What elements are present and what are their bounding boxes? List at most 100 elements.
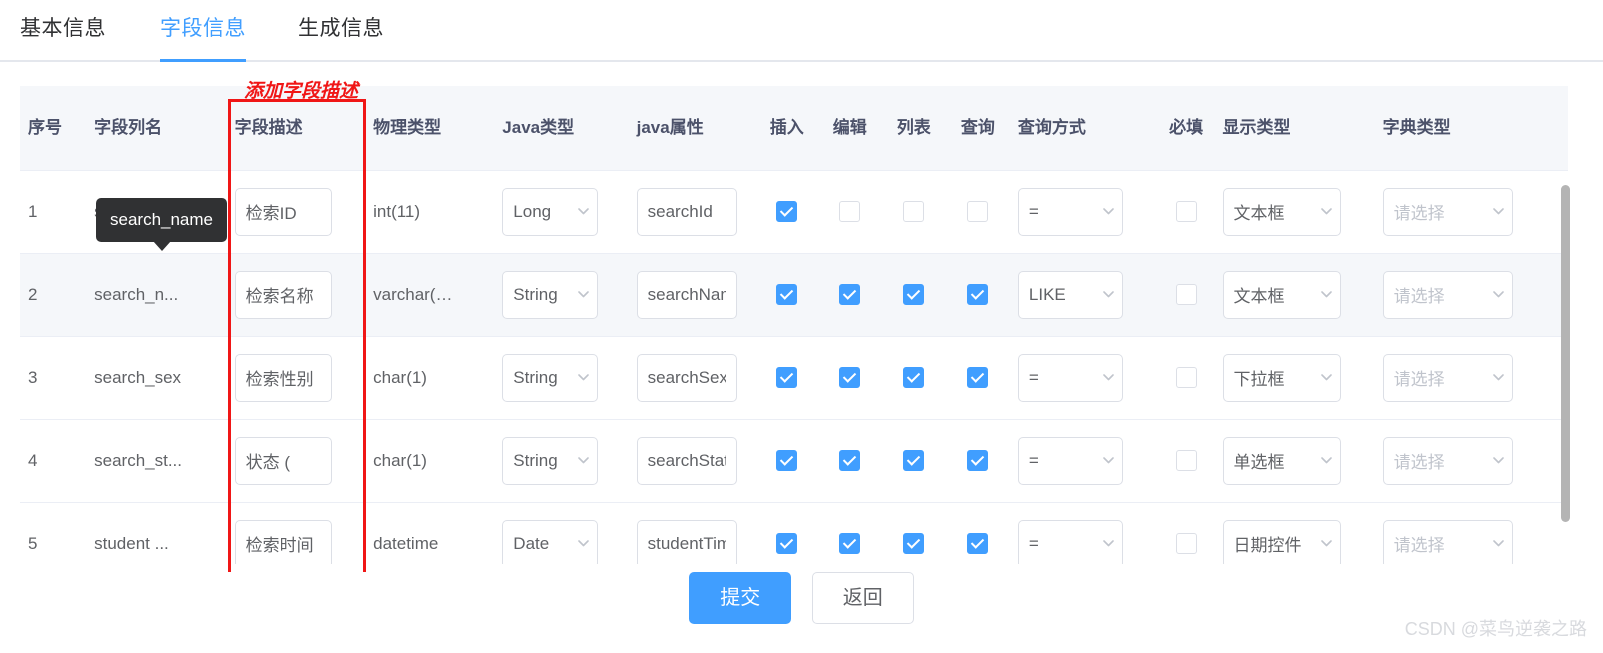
query-type-select[interactable]: LIKE [1017, 270, 1123, 319]
cell-required [1157, 336, 1215, 420]
java-field-input[interactable]: searchSex [636, 353, 737, 402]
display-type-value: 文本框 [1233, 287, 1285, 306]
table-row[interactable]: 5 student ... 检索时间 datetime Date studentTime =… [20, 502, 1568, 564]
description-input[interactable]: 检索ID [234, 187, 332, 236]
query-checkbox[interactable] [967, 201, 989, 222]
query-type-value: = [1028, 533, 1039, 553]
cell-required [1157, 502, 1215, 564]
description-value: 状态 ( [245, 453, 291, 472]
display-type-select[interactable]: 文本框 [1222, 270, 1341, 319]
cell-description: 检索性别 [226, 336, 366, 420]
chevron-down-icon [1492, 539, 1504, 547]
insert-checkbox[interactable] [776, 284, 798, 305]
chevron-down-icon [578, 539, 590, 547]
query-type-value: = [1028, 201, 1039, 221]
java-type-select[interactable]: Long [502, 187, 599, 236]
description-value: 检索ID [245, 204, 297, 223]
cell-index: 1 [20, 170, 87, 254]
required-checkbox[interactable] [1175, 533, 1197, 554]
query-checkbox[interactable] [967, 533, 989, 554]
cell-display-type: 单选框 [1214, 419, 1375, 503]
insert-checkbox[interactable] [776, 201, 798, 222]
display-type-select[interactable]: 单选框 [1222, 436, 1341, 485]
table-row[interactable]: 3 search_sex 检索性别 char(1) String searchSex = 下拉… [20, 336, 1568, 420]
display-type-select[interactable]: 日期控件 [1222, 519, 1341, 564]
tab-label: 字段信息 [160, 17, 246, 40]
query-type-select[interactable]: = [1017, 187, 1123, 236]
dict-type-select[interactable]: 请选择 [1382, 436, 1513, 485]
field-table-container[interactable]: 序号 字段列名 字段描述 物理类型 Java类型 java属性 插入 编辑 列表… [20, 86, 1576, 564]
query-checkbox[interactable] [967, 450, 989, 471]
required-checkbox[interactable] [1175, 201, 1197, 222]
cell-description: 检索名称 [226, 253, 366, 337]
dict-type-select[interactable]: 请选择 [1382, 353, 1513, 402]
edit-checkbox[interactable] [839, 367, 861, 388]
cell-list [881, 170, 946, 254]
chevron-down-icon [1320, 456, 1332, 464]
list-checkbox[interactable] [903, 450, 925, 471]
query-checkbox[interactable] [967, 284, 989, 305]
java-field-input[interactable]: searchName [636, 270, 737, 319]
header-edit: 编辑 [817, 86, 882, 171]
dict-type-select[interactable]: 请选择 [1382, 270, 1513, 319]
display-type-value: 单选框 [1233, 453, 1285, 472]
chevron-down-icon [1492, 373, 1504, 381]
submit-button[interactable]: 提交 [689, 572, 792, 624]
table-row[interactable]: 4 search_st... 状态 (char(1) String searchStat… [20, 419, 1568, 503]
table-row[interactable]: 1search_id检索IDint(11)LongsearchId=文本框请选择 [20, 170, 1568, 254]
description-input[interactable]: 检索时间 [234, 519, 332, 564]
dict-type-select[interactable]: 请选择 [1382, 519, 1513, 564]
insert-checkbox[interactable] [776, 450, 798, 471]
insert-checkbox[interactable] [776, 367, 798, 388]
edit-checkbox[interactable] [839, 284, 861, 305]
query-type-select[interactable]: = [1017, 436, 1123, 485]
java-type-select[interactable]: String [502, 270, 599, 319]
physical-type-text: char(1) [373, 450, 427, 470]
description-input[interactable]: 检索性别 [234, 353, 332, 402]
display-type-select[interactable]: 文本框 [1222, 187, 1341, 236]
description-input[interactable]: 检索名称 [234, 270, 332, 319]
query-type-select[interactable]: = [1017, 519, 1123, 564]
tab-field-info[interactable]: 字段信息 [160, 12, 246, 46]
required-checkbox[interactable] [1175, 450, 1197, 471]
list-checkbox[interactable] [903, 533, 925, 554]
query-checkbox[interactable] [967, 367, 989, 388]
edit-checkbox[interactable] [839, 450, 861, 471]
java-type-select[interactable]: Date [502, 519, 599, 564]
tab-generate-info[interactable]: 生成信息 [298, 12, 384, 46]
cell-list [881, 502, 946, 564]
edit-checkbox[interactable] [839, 533, 861, 554]
java-type-value: Date [513, 533, 550, 553]
java-type-select[interactable]: String [502, 436, 599, 485]
cell-list [881, 253, 946, 337]
header-query: 查询 [945, 86, 1010, 171]
required-checkbox[interactable] [1175, 284, 1197, 305]
cell-physical-type: varchar(… [365, 253, 495, 337]
header-java-field: java属性 [628, 86, 756, 171]
column-name-text: search_st... [94, 450, 182, 470]
dict-type-value: 请选择 [1393, 453, 1445, 472]
cell-display-type: 下拉框 [1214, 336, 1375, 420]
java-type-select[interactable]: String [502, 353, 599, 402]
query-type-select[interactable]: = [1017, 353, 1123, 402]
required-checkbox[interactable] [1175, 367, 1197, 388]
edit-checkbox[interactable] [839, 201, 861, 222]
vertical-scrollbar[interactable] [1561, 185, 1570, 522]
list-checkbox[interactable] [903, 201, 925, 222]
dict-type-select[interactable]: 请选择 [1382, 187, 1513, 236]
java-field-input[interactable]: studentTime [636, 519, 737, 564]
java-type-value: String [513, 367, 558, 387]
cell-query-type: = [1009, 336, 1158, 420]
display-type-select[interactable]: 下拉框 [1222, 353, 1341, 402]
back-button[interactable]: 返回 [811, 572, 914, 624]
table-row[interactable]: 2 search_n... 检索名称 varchar(… String searchNam… [20, 253, 1568, 337]
cell-insert [755, 253, 818, 337]
list-checkbox[interactable] [903, 367, 925, 388]
description-input[interactable]: 状态 ( [234, 436, 332, 485]
java-field-input[interactable]: searchStatus [636, 436, 737, 485]
tab-basic-info[interactable]: 基本信息 [20, 12, 106, 46]
cell-column-name: search_sex [86, 336, 227, 420]
java-field-input[interactable]: searchId [636, 187, 737, 236]
list-checkbox[interactable] [903, 284, 925, 305]
insert-checkbox[interactable] [776, 533, 798, 554]
